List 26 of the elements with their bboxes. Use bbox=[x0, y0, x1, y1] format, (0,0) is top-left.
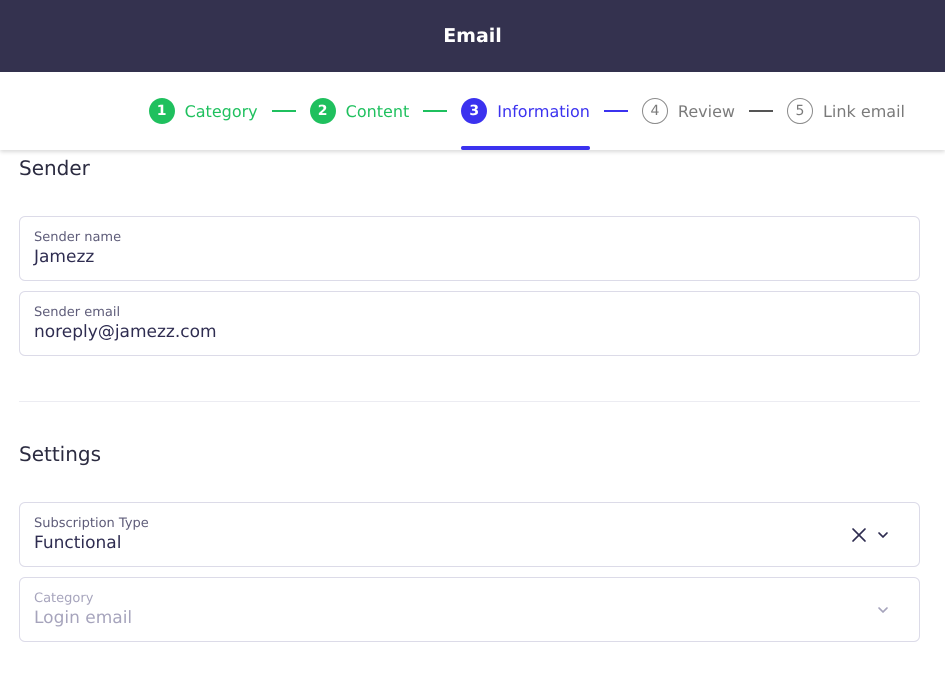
field-value: Jamezz bbox=[34, 247, 96, 267]
field-value: Functional bbox=[34, 533, 122, 553]
input-field[interactable]: Sender name Jamezz bbox=[19, 216, 920, 281]
clear-icon[interactable] bbox=[851, 526, 867, 542]
section-title: Sender bbox=[19, 156, 91, 180]
select-field[interactable]: Subscription Type Functional bbox=[19, 502, 920, 567]
step-number: 3 bbox=[461, 98, 488, 124]
field-label: Subscription Type bbox=[34, 516, 150, 531]
step-tab[interactable]: 2 Content bbox=[310, 72, 410, 150]
input-field[interactable]: Sender email noreply@jamezz.com bbox=[19, 291, 920, 356]
step-tab[interactable]: 5 Link email bbox=[787, 72, 905, 150]
section-title: Settings bbox=[19, 442, 102, 466]
chevron-down-icon[interactable] bbox=[877, 530, 889, 538]
step-number: 5 bbox=[787, 98, 814, 124]
page-title: Email bbox=[443, 25, 502, 47]
step-number: 4 bbox=[642, 98, 668, 124]
step-tab[interactable]: 4 Review bbox=[642, 72, 736, 150]
field-value: Login email bbox=[34, 608, 134, 628]
step-tab[interactable]: 3 Information bbox=[461, 72, 590, 150]
field-value: noreply@jamezz.com bbox=[34, 322, 218, 342]
step-number: 2 bbox=[310, 98, 336, 124]
step-number: 1 bbox=[148, 98, 175, 124]
field-label: Sender name bbox=[34, 230, 122, 245]
field-label: Category bbox=[34, 591, 94, 606]
field-label: Sender email bbox=[34, 305, 122, 320]
step-tab[interactable]: 1 Category bbox=[148, 72, 258, 150]
